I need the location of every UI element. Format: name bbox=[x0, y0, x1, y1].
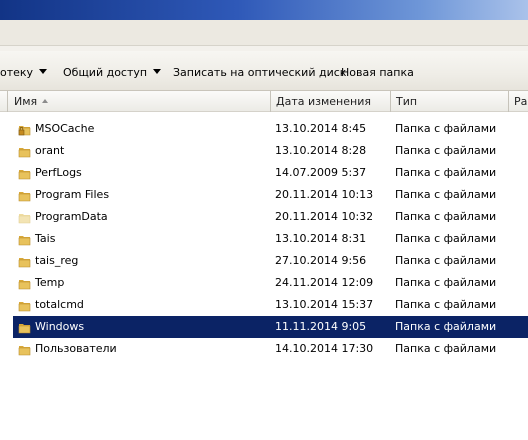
list-item-users[interactable]: Пользователи 14.10.2014 17:30 Папка с фа… bbox=[13, 338, 528, 360]
file-name: tais_reg bbox=[35, 254, 79, 267]
file-name: PerfLogs bbox=[35, 166, 82, 179]
folder-icon bbox=[18, 145, 31, 158]
folder-icon bbox=[18, 321, 31, 334]
sort-ascending-icon bbox=[42, 99, 49, 103]
list-item-msocache[interactable]: MSOCache 13.10.2014 8:45 Папка с файлами bbox=[13, 118, 528, 140]
share-button[interactable]: Общий доступ bbox=[63, 65, 162, 81]
file-type: Папка с файлами bbox=[395, 320, 497, 333]
new-folder-label: Новая папка bbox=[341, 66, 414, 79]
file-name: Пользователи bbox=[35, 342, 117, 355]
file-date: 24.11.2014 12:09 bbox=[275, 276, 374, 289]
file-type: Папка с файлами bbox=[395, 122, 497, 135]
file-type: Папка с файлами bbox=[395, 298, 497, 311]
column-header-row: Имя Дата изменения Тип Ра bbox=[0, 91, 528, 112]
list-item-tais-reg[interactable]: tais_reg 27.10.2014 9:56 Папка с файлами bbox=[13, 250, 528, 272]
burn-label: Записать на оптический диск bbox=[173, 66, 347, 79]
list-item-perflogs[interactable]: PerfLogs 14.07.2009 5:37 Папка с файлами bbox=[13, 162, 528, 184]
file-date: 13.10.2014 8:45 bbox=[275, 122, 367, 135]
locked-folder-icon bbox=[18, 123, 31, 136]
file-date: 14.10.2014 17:30 bbox=[275, 342, 374, 355]
file-type: Папка с файлами bbox=[395, 342, 497, 355]
file-type: Папка с файлами bbox=[395, 188, 497, 201]
column-header-size-label: Ра bbox=[514, 95, 528, 108]
folder-icon bbox=[18, 189, 31, 202]
list-item-programdata[interactable]: ProgramData 20.11.2014 10:32 Папка с фай… bbox=[13, 206, 528, 228]
column-header-type[interactable]: Тип bbox=[390, 91, 508, 112]
column-header-date-label: Дата изменения bbox=[276, 95, 371, 108]
file-type: Папка с файлами bbox=[395, 254, 497, 267]
folder-icon bbox=[18, 343, 31, 356]
chevron-down-icon bbox=[39, 69, 48, 74]
file-name: Tais bbox=[35, 232, 56, 245]
column-header-size[interactable]: Ра bbox=[508, 91, 528, 112]
file-date: 20.11.2014 10:32 bbox=[275, 210, 374, 223]
file-name: orant bbox=[35, 144, 65, 157]
file-date: 13.10.2014 8:28 bbox=[275, 144, 367, 157]
new-folder-button[interactable]: Новая папка bbox=[341, 65, 414, 81]
file-date: 13.10.2014 8:31 bbox=[275, 232, 367, 245]
file-type: Папка с файлами bbox=[395, 166, 497, 179]
column-header-name-label: Имя bbox=[14, 95, 38, 108]
menu-bar bbox=[0, 20, 528, 46]
file-name: MSOCache bbox=[35, 122, 95, 135]
list-item-tais[interactable]: Tais 13.10.2014 8:31 Папка с файлами bbox=[13, 228, 528, 250]
column-header-name[interactable]: Имя bbox=[8, 91, 270, 112]
list-item-windows[interactable]: Windows 11.11.2014 9:05 Папка с файлами bbox=[13, 316, 528, 338]
file-name: totalcmd bbox=[35, 298, 84, 311]
add-to-library-label: отеку bbox=[0, 66, 34, 79]
file-type: Папка с файлами bbox=[395, 210, 497, 223]
file-name: Temp bbox=[35, 276, 65, 289]
burn-button[interactable]: Записать на оптический диск bbox=[173, 65, 346, 81]
column-header-date[interactable]: Дата изменения bbox=[270, 91, 390, 112]
column-header-type-label: Тип bbox=[396, 95, 418, 108]
list-item-program-files[interactable]: Program Files 20.11.2014 10:13 Папка с ф… bbox=[13, 184, 528, 206]
file-type: Папка с файлами bbox=[395, 144, 497, 157]
list-item-orant[interactable]: orant 13.10.2014 8:28 Папка с файлами bbox=[13, 140, 528, 162]
folder-icon bbox=[18, 255, 31, 268]
folder-icon bbox=[18, 277, 31, 290]
file-date: 14.07.2009 5:37 bbox=[275, 166, 367, 179]
list-item-temp[interactable]: Temp 24.11.2014 12:09 Папка с файлами bbox=[13, 272, 528, 294]
folder-icon bbox=[18, 167, 31, 180]
file-name: Program Files bbox=[35, 188, 110, 201]
add-to-library-button[interactable]: отеку bbox=[0, 65, 48, 81]
share-label: Общий доступ bbox=[63, 66, 148, 79]
file-type: Папка с файлами bbox=[395, 276, 497, 289]
command-toolbar: отеку Общий доступ Записать на оптически… bbox=[0, 51, 528, 91]
file-date: 13.10.2014 15:37 bbox=[275, 298, 374, 311]
file-date: 20.11.2014 10:13 bbox=[275, 188, 374, 201]
folder-icon bbox=[18, 299, 31, 312]
file-type: Папка с файлами bbox=[395, 232, 497, 245]
window-title-bar[interactable] bbox=[0, 0, 528, 20]
folder-icon bbox=[18, 233, 31, 246]
list-item-totalcmd[interactable]: totalcmd 13.10.2014 15:37 Папка с файлам… bbox=[13, 294, 528, 316]
file-name: Windows bbox=[35, 320, 85, 333]
file-date: 11.11.2014 9:05 bbox=[275, 320, 367, 333]
file-date: 27.10.2014 9:56 bbox=[275, 254, 367, 267]
hidden-folder-icon bbox=[18, 211, 31, 224]
chevron-down-icon bbox=[153, 69, 162, 74]
file-name: ProgramData bbox=[35, 210, 108, 223]
